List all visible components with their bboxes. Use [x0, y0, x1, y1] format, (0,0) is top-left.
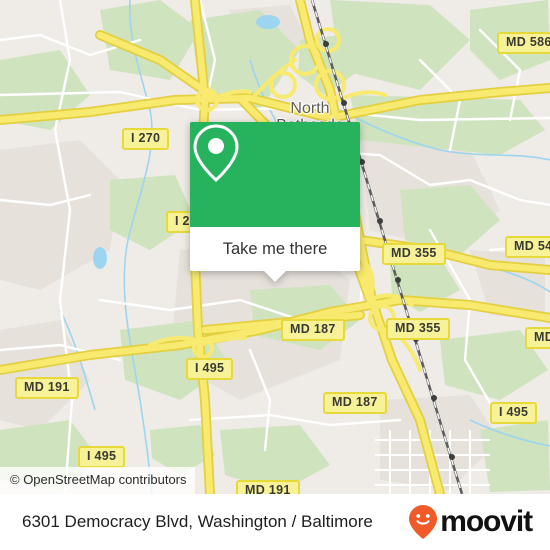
road-shield-md-191: MD 191 [15, 377, 79, 399]
road-shield-md-187-b: MD 187 [323, 392, 387, 414]
osm-attribution[interactable]: © OpenStreetMap contributors [0, 467, 195, 494]
road-shield-md-355-b: MD 355 [386, 318, 450, 340]
popup-marker-area [190, 122, 360, 227]
road-shield-md-clipped: MD [525, 327, 550, 349]
road-shield-md-187: MD 187 [281, 319, 345, 341]
map-pin-icon [193, 124, 239, 182]
destination-popup[interactable]: Take me there [190, 122, 360, 282]
popup-tail [264, 271, 286, 282]
moovit-map-screenshot: North Bethesda MD 586 I 270 I 270 MD 355… [0, 0, 550, 550]
footer-bar: 6301 Democracy Blvd, Washington / Baltim… [0, 494, 550, 550]
place-label-line: North [290, 100, 330, 117]
take-me-there-label: Take me there [222, 239, 328, 258]
road-shield-md-547: MD 547 [505, 236, 550, 258]
take-me-there-button[interactable]: Take me there [190, 227, 360, 282]
moovit-smiling-pin-icon [409, 505, 438, 539]
map-canvas[interactable]: North Bethesda MD 586 I 270 I 270 MD 355… [0, 0, 550, 494]
road-shield-i-270: I 270 [122, 128, 170, 150]
road-shield-md-355: MD 355 [382, 243, 446, 265]
road-shield-i-495-c: I 495 [78, 446, 126, 468]
moovit-logo[interactable]: moovit [408, 504, 533, 540]
road-shield-i-495: I 495 [186, 358, 234, 380]
road-shield-i-495-b: I 495 [490, 402, 538, 424]
road-shield-md-586: MD 586 [497, 32, 550, 54]
address-label: 6301 Democracy Blvd, Washington / Baltim… [22, 512, 373, 531]
moovit-wordmark: moovit [440, 505, 533, 538]
road-shield-md-191-b: MD 191 [236, 480, 300, 494]
